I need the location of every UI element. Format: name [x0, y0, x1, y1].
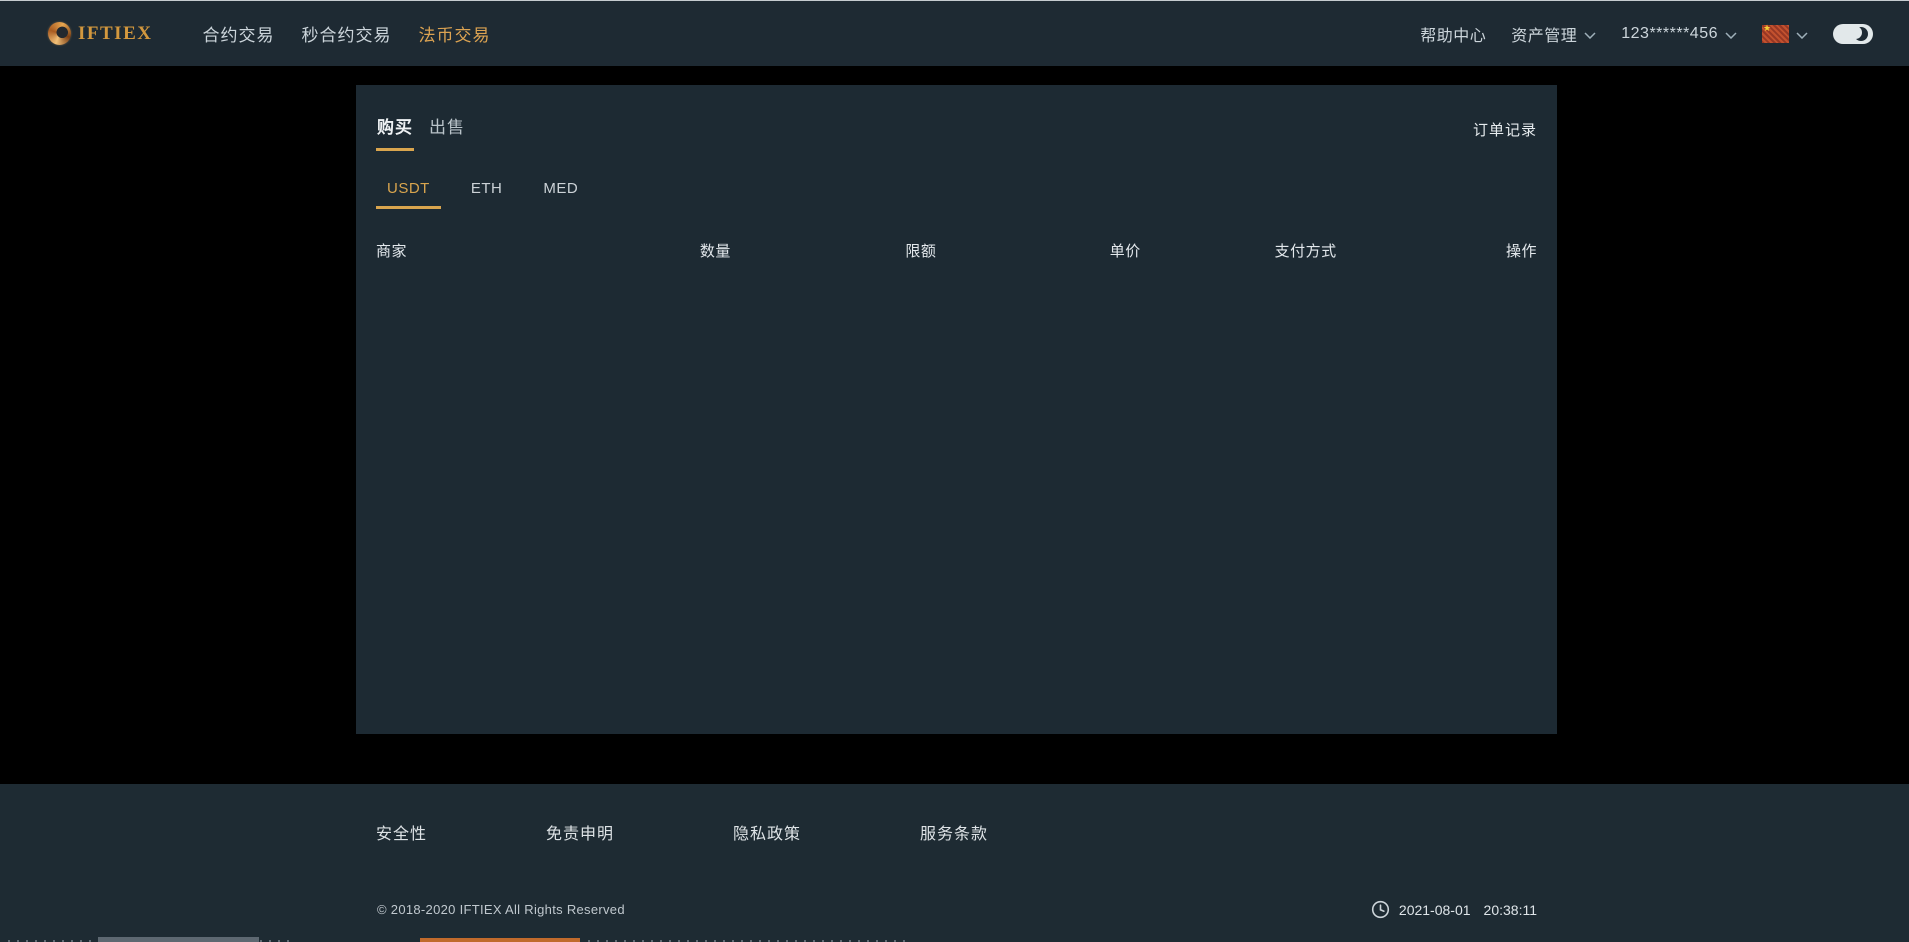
tab-buy[interactable]: 购买: [376, 113, 414, 151]
column-header-action: 操作: [1505, 243, 1537, 260]
footer-links: 安全性 免责申明 隐私政策 服务条款: [376, 820, 988, 844]
brand-logo[interactable]: IFTIEX: [48, 22, 152, 45]
cutoff-gray-bar: [98, 937, 259, 942]
column-header-limit: 限额: [905, 243, 937, 260]
offers-table-header: 商家 数量 限额 单价 支付方式 操作: [376, 240, 1537, 261]
coin-tabs: USDT ETH MED: [376, 180, 1537, 209]
help-center-link[interactable]: 帮助中心: [1420, 22, 1486, 46]
server-timestamp: 2021-08-01 20:38:11: [1371, 900, 1537, 919]
main-nav: 合约交易 秒合约交易 法币交易: [202, 21, 490, 46]
footer-link-privacy-policy[interactable]: 隐私政策: [733, 820, 801, 844]
brand-name: IFTIEX: [78, 22, 153, 44]
column-header-unit-price: 单价: [1109, 243, 1141, 260]
column-header-quantity: 数量: [699, 243, 731, 260]
coin-tab-eth[interactable]: ETH: [460, 180, 514, 209]
coin-logo-icon: [48, 22, 71, 45]
moon-icon: [1849, 25, 1868, 41]
chevron-down-icon: [1796, 26, 1808, 44]
page-top-line: [0, 0, 1909, 1]
coin-tab-med[interactable]: MED: [532, 180, 589, 209]
copyright-text: © 2018-2020 IFTIEX All Rights Reserved: [377, 902, 625, 917]
chevron-down-icon: [1584, 26, 1596, 44]
theme-toggle[interactable]: [1833, 23, 1873, 44]
fiat-trade-panel: 购买 出售 订单记录 USDT ETH MED 商家 数量 限额 单价 支付方式…: [356, 85, 1557, 734]
help-center-label: 帮助中心: [1420, 27, 1487, 45]
nav-item-second-contract-trading[interactable]: 秒合约交易: [301, 21, 391, 46]
account-menu[interactable]: 123******456: [1621, 24, 1737, 44]
column-header-payment-method: 支付方式: [1274, 243, 1337, 260]
footer-link-disclaimer[interactable]: 免责申明: [546, 820, 614, 844]
nav-item-fiat-trading[interactable]: 法币交易: [418, 21, 490, 46]
footer-link-security[interactable]: 安全性: [376, 820, 427, 844]
account-label: 123******456: [1621, 24, 1718, 42]
page-footer: 安全性 免责申明 隐私政策 服务条款 © 2018-2020 IFTIEX Al…: [0, 784, 1909, 942]
chevron-down-icon: [1725, 26, 1737, 44]
offers-table-body: [376, 261, 1537, 681]
column-header-merchant: 商家: [376, 243, 408, 260]
time-text: 20:38:11: [1483, 901, 1537, 918]
buy-sell-tabs: 购买 出售: [376, 113, 466, 151]
tab-sell[interactable]: 出售: [428, 113, 466, 151]
footer-link-terms-of-service[interactable]: 服务条款: [920, 820, 988, 844]
language-selector[interactable]: ★: [1762, 23, 1808, 44]
page-body: 购买 出售 订单记录 USDT ETH MED 商家 数量 限额 单价 支付方式…: [0, 66, 1909, 784]
nav-item-contract-trading[interactable]: 合约交易: [202, 21, 274, 46]
top-navbar: IFTIEX 合约交易 秒合约交易 法币交易 帮助中心 资产管理 123****…: [0, 1, 1909, 66]
china-flag-icon: ★: [1762, 23, 1789, 43]
coin-tab-usdt[interactable]: USDT: [376, 180, 441, 209]
clock-icon: [1371, 900, 1390, 919]
asset-management-menu[interactable]: 资产管理: [1511, 22, 1596, 46]
date-text: 2021-08-01: [1398, 901, 1471, 918]
order-records-link[interactable]: 订单记录: [1473, 119, 1537, 140]
cutoff-orange-bar: [420, 938, 580, 942]
asset-management-label: 资产管理: [1511, 27, 1578, 45]
